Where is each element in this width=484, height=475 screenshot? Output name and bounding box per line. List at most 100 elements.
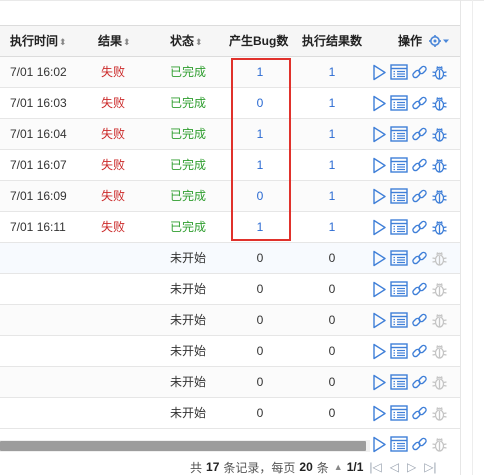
bug-count-cell[interactable]: 1 [232,119,288,149]
run-icon[interactable] [372,250,387,267]
row-actions [372,212,448,242]
run-icon[interactable] [372,436,387,456]
row-actions [372,305,448,335]
bug-count-cell[interactable]: 1 [232,212,288,242]
results-list-icon[interactable] [390,405,408,421]
run-icon[interactable] [372,219,387,236]
results-list-icon[interactable] [390,126,408,142]
row-actions [372,243,448,273]
gear-icon [429,35,449,47]
link-icon[interactable] [411,405,428,422]
exec-result-count-cell[interactable]: 1 [304,119,360,149]
result-cell: 失败 [100,65,125,79]
run-icon[interactable] [372,312,387,329]
results-list-icon[interactable] [390,64,408,80]
run-icon[interactable] [372,95,387,112]
status-cell: 已完成 [169,127,206,141]
run-icon[interactable] [372,157,387,174]
run-icon[interactable] [372,126,387,143]
row-actions [372,57,448,87]
bug-count-cell: 0 [256,344,264,358]
exec-result-count-cell[interactable]: 1 [304,57,360,87]
results-list-icon[interactable] [390,281,408,297]
bug-icon[interactable] [431,436,448,456]
first-page-icon[interactable]: |◁ [367,460,383,474]
execution-table: 执行时间⬍ 结果⬍ 状态⬍ 产生Bug数 执行结果数 操作 7/01 16:02… [0,25,460,429]
bug-icon[interactable] [431,188,448,205]
results-list-icon[interactable] [390,219,408,235]
bug-count-cell: 0 [256,406,264,420]
row-actions [372,274,448,304]
results-list-icon[interactable] [390,374,408,390]
link-icon[interactable] [411,64,428,81]
next-page-icon[interactable]: ▷ [405,460,418,474]
exec-result-count-cell: 0 [328,375,336,389]
result-cell: 失败 [100,189,125,203]
bug-icon[interactable] [431,250,448,267]
result-cell [88,274,138,304]
link-icon[interactable] [411,312,428,329]
link-icon[interactable] [411,157,428,174]
exec-result-count-cell[interactable]: 1 [304,150,360,180]
link-icon[interactable] [411,281,428,298]
bug-icon[interactable] [431,312,448,329]
pager-per-page[interactable]: 20 [299,460,312,474]
results-list-icon[interactable] [390,436,408,456]
run-icon[interactable] [372,64,387,81]
link-icon[interactable] [411,250,428,267]
exec-result-count-cell[interactable]: 1 [304,88,360,118]
bug-icon[interactable] [431,343,448,360]
exec-result-count-cell[interactable]: 1 [304,212,360,242]
results-list-icon[interactable] [390,188,408,204]
col-result[interactable]: 结果⬍ [98,26,131,57]
results-list-icon[interactable] [390,250,408,266]
run-icon[interactable] [372,374,387,391]
exec-result-count-cell[interactable]: 1 [304,181,360,211]
row-actions-partial [372,436,448,456]
bug-icon[interactable] [431,126,448,143]
bug-count-cell[interactable]: 1 [232,57,288,87]
bug-count-cell[interactable]: 0 [232,181,288,211]
bug-icon[interactable] [431,157,448,174]
run-icon[interactable] [372,343,387,360]
bug-icon[interactable] [431,219,448,236]
bug-count-cell[interactable]: 0 [232,88,288,118]
last-page-icon[interactable]: ▷| [422,460,438,474]
link-icon[interactable] [411,343,428,360]
col-exec-time[interactable]: 执行时间⬍ [10,26,67,57]
bug-icon[interactable] [431,405,448,422]
results-list-icon[interactable] [390,95,408,111]
result-cell [88,367,138,397]
link-icon[interactable] [411,126,428,143]
link-icon[interactable] [411,219,428,236]
bug-icon[interactable] [431,374,448,391]
run-icon[interactable] [372,281,387,298]
status-cell: 已完成 [169,220,206,234]
results-list-icon[interactable] [390,157,408,173]
table-row: 7/01 16:11 失败 已完成 1 1 [0,212,460,243]
link-icon[interactable] [411,374,428,391]
status-cell: 未开始 [169,375,206,389]
run-icon[interactable] [372,188,387,205]
scrollbar-thumb[interactable] [0,441,366,451]
sort-icon: ⬍ [195,37,203,47]
bug-icon[interactable] [431,281,448,298]
results-list-icon[interactable] [390,312,408,328]
col-exec-results-label: 执行结果数 [302,34,363,48]
table-row: 未开始 0 0 [0,243,460,274]
column-settings-button[interactable] [428,27,452,58]
link-icon[interactable] [411,188,428,205]
row-actions [372,336,448,366]
prev-page-icon[interactable]: ◁ [388,460,401,474]
col-status[interactable]: 状态⬍ [170,26,203,57]
per-page-dropdown-icon[interactable]: ▲ [334,462,343,472]
bug-icon[interactable] [431,64,448,81]
run-icon[interactable] [372,405,387,422]
table-row: 未开始 0 0 [0,336,460,367]
link-icon[interactable] [411,436,428,456]
bug-count-cell[interactable]: 1 [232,150,288,180]
bug-icon[interactable] [431,95,448,112]
link-icon[interactable] [411,95,428,112]
results-list-icon[interactable] [390,343,408,359]
col-bugs: 产生Bug数 [229,26,288,57]
